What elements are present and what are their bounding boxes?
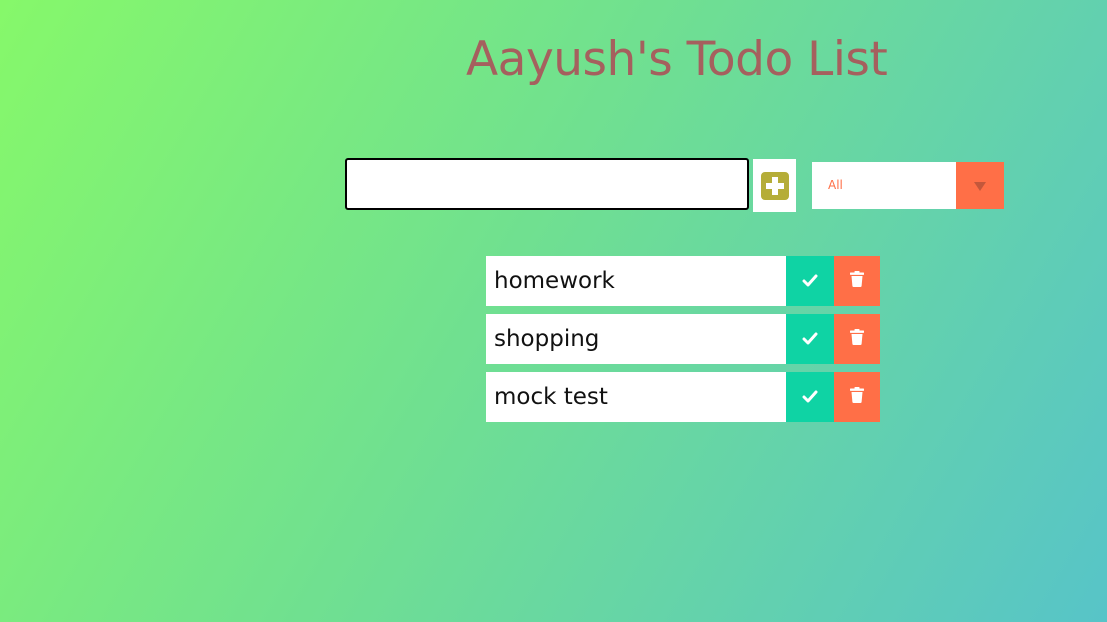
plus-square-icon [760, 171, 789, 200]
todo-list: homework shopping mock test [486, 256, 880, 430]
trash-icon [850, 271, 864, 291]
delete-button[interactable] [834, 314, 880, 364]
check-icon [802, 272, 818, 291]
check-icon [802, 388, 818, 407]
filter-selected-value: All [828, 178, 843, 192]
todo-text: homework [486, 256, 786, 306]
complete-button[interactable] [786, 372, 834, 422]
todo-item: shopping [486, 314, 880, 364]
delete-button[interactable] [834, 372, 880, 422]
todo-form [345, 158, 796, 213]
filter-select[interactable]: All [812, 162, 1004, 209]
caret-down-icon [974, 176, 986, 195]
complete-button[interactable] [786, 256, 834, 306]
add-todo-button[interactable] [753, 159, 796, 212]
todo-input[interactable] [345, 158, 749, 210]
trash-icon [850, 329, 864, 349]
todo-text: shopping [486, 314, 786, 364]
todo-item: homework [486, 256, 880, 306]
todo-item: mock test [486, 372, 880, 422]
complete-button[interactable] [786, 314, 834, 364]
page-title: Aayush's Todo List [466, 32, 888, 87]
trash-icon [850, 387, 864, 407]
delete-button[interactable] [834, 256, 880, 306]
todo-text: mock test [486, 372, 786, 422]
filter-dropdown-arrow[interactable] [956, 162, 1004, 209]
check-icon [802, 330, 818, 349]
